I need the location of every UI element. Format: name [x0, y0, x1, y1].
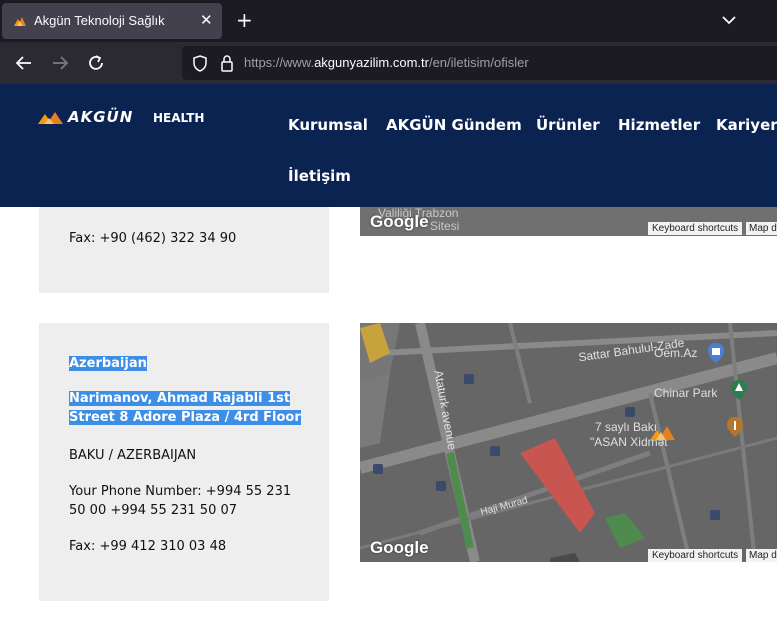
- chevron-down-icon[interactable]: [721, 12, 737, 28]
- office-phone-line1: Your Phone Number: +994 55 231: [69, 484, 292, 499]
- map-place-label: Chinar Park: [654, 386, 718, 400]
- site-header: [0, 84, 777, 207]
- shopping-pin-icon[interactable]: [707, 342, 725, 364]
- bus-stop-icon: [490, 446, 500, 456]
- browser-nav-bar: https://www.akgunyazilim.com.tr/en/ileti…: [0, 42, 777, 84]
- map-label: Sitesi: [430, 219, 460, 233]
- nav-urunler[interactable]: Ürünler: [536, 116, 600, 134]
- office-city: BAKU / AZERBAIJAN: [69, 448, 197, 463]
- shield-icon[interactable]: [192, 55, 208, 72]
- browser-tab-bar: Akgün Teknoloji Sağlık ✕ +: [0, 0, 777, 42]
- address-line1-text: Narimanov, Ahmad Rajabli 1st: [69, 391, 291, 406]
- lock-icon[interactable]: [220, 55, 234, 72]
- logo-brand-text: AKGÜN: [68, 108, 134, 126]
- reload-icon[interactable]: [85, 52, 107, 74]
- map-data-link[interactable]: Map d: [746, 222, 777, 235]
- url-bar[interactable]: https://www.akgunyazilim.com.tr/en/ileti…: [182, 46, 777, 80]
- logo-mark-icon: [38, 112, 63, 124]
- office-address-line2: Street 8 Adore Plaza / 4rd Floor: [69, 408, 301, 427]
- address-line2-text: Street 8 Adore Plaza / 4rd Floor: [69, 410, 301, 425]
- office-country-text: Azerbaijan: [69, 356, 147, 371]
- google-logo[interactable]: Google: [370, 538, 429, 558]
- back-arrow-icon[interactable]: [13, 52, 35, 74]
- bus-stop-icon: [464, 374, 474, 384]
- logo-health-text: HEALTH: [153, 111, 205, 125]
- akgun-location-marker-icon[interactable]: [648, 420, 682, 444]
- keyboard-shortcuts-link[interactable]: Keyboard shortcuts: [648, 222, 743, 235]
- office-address-line1: Narimanov, Ahmad Rajabli 1st: [69, 389, 291, 408]
- map-data-link[interactable]: Map d: [746, 549, 777, 562]
- nav-hizmetler[interactable]: Hizmetler: [618, 116, 700, 134]
- park-pin-icon[interactable]: [730, 379, 748, 401]
- bus-stop-icon: [436, 481, 446, 491]
- map-trabzon[interactable]: Valiliği Trabzon Sitesi Google Keyboard …: [360, 207, 777, 236]
- nav-akgun-gundem[interactable]: AKGÜN Gündem: [386, 116, 522, 134]
- browser-tab[interactable]: Akgün Teknoloji Sağlık ✕: [2, 3, 222, 39]
- url-prefix: https://www.: [244, 55, 315, 70]
- map-place-label: Oem.Az: [654, 346, 698, 360]
- map-baku[interactable]: Sattar Bahulul-Zade Ataturk avenue Haji …: [360, 323, 777, 562]
- url-text: https://www.akgunyazilim.com.tr/en/ileti…: [244, 55, 529, 70]
- bus-stop-icon: [625, 407, 635, 417]
- url-path: /en/iletisim/ofisler: [428, 55, 529, 70]
- tab-close-icon[interactable]: ✕: [200, 11, 213, 29]
- office-card-trabzon: [39, 207, 329, 293]
- site-favicon-icon: [14, 17, 26, 26]
- new-tab-icon[interactable]: +: [236, 8, 253, 32]
- nav-kurumsal[interactable]: Kurumsal: [288, 116, 368, 134]
- forward-arrow-icon[interactable]: [49, 52, 71, 74]
- google-logo[interactable]: Google: [370, 212, 429, 232]
- office-fax: Fax: +99 412 310 03 48: [69, 539, 227, 554]
- nav-iletisim[interactable]: İletişim: [288, 167, 351, 185]
- keyboard-shortcuts-link[interactable]: Keyboard shortcuts: [648, 549, 743, 562]
- restaurant-pin-icon[interactable]: [726, 416, 744, 438]
- office-country: Azerbaijan: [69, 354, 147, 373]
- nav-kariyer[interactable]: Kariyer: [716, 116, 777, 134]
- url-host: akgunyazilim.com.tr: [314, 55, 429, 70]
- bus-stop-icon: [710, 510, 720, 520]
- bus-stop-icon: [373, 464, 383, 474]
- tab-title: Akgün Teknoloji Sağlık: [34, 13, 165, 28]
- office-phone-line2: 50 00 +994 55 231 50 07: [69, 503, 238, 518]
- office-fax: Fax: +90 (462) 322 34 90: [69, 231, 237, 246]
